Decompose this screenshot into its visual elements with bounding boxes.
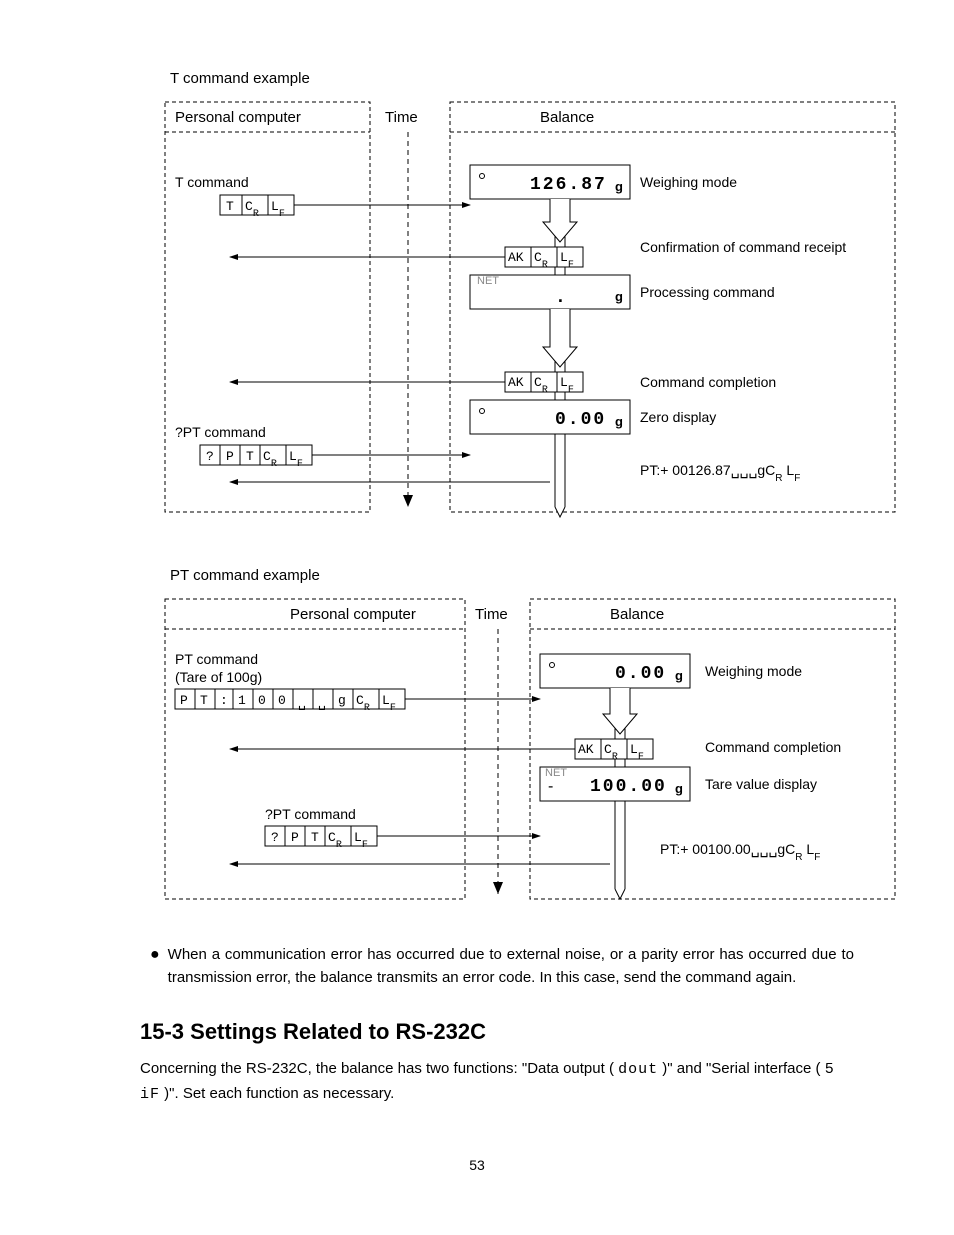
svg-text:.: . [555,288,568,308]
display-processing: NET . g [470,275,630,309]
svg-text:␣: ␣ [298,696,306,711]
pt-example-diagram: Personal computer Time Balance PT comman… [160,594,900,904]
balance-header: Balance [540,109,594,126]
svg-text:0.00: 0.00 [555,410,606,430]
svg-text:g: g [615,414,623,429]
svg-text:?: ? [271,830,279,845]
balance-header-2: Balance [610,606,664,623]
svg-text:NET: NET [477,275,499,287]
ak-box-pt: AK CR LF [575,739,653,763]
pt-cmd-cells: P T : 1 0 0 ␣ ␣ g CR LF [175,689,405,714]
pt-cmd-note: (Tare of 100g) [175,669,262,685]
svg-text:AK: AK [508,375,524,390]
pt-example-caption: PT command example [170,567,894,584]
ak-box-1: AK CR LF [505,247,583,271]
error-note: ● When a communication error has occurre… [150,944,854,989]
svg-text:126.87: 126.87 [530,175,607,195]
pc-header: Personal computer [175,109,301,126]
svg-text:AK: AK [508,250,524,265]
display-weighing: 126.87 g [470,165,630,199]
desc-weighing-2: Weighing mode [705,663,802,679]
svg-text:1: 1 [238,693,246,708]
t-cmd-cells: T CR LF [220,195,294,220]
svg-text:T: T [226,199,234,214]
desc-zero: Zero display [640,409,716,425]
svg-text::: : [220,693,228,708]
svg-text:T: T [246,449,254,464]
svg-text:g: g [675,668,683,683]
svg-text:0: 0 [258,693,266,708]
svg-text:0: 0 [278,693,286,708]
svg-text:AK: AK [578,742,594,757]
section-heading: 15-3 Settings Related to RS-232C [140,1019,854,1045]
svg-text:g: g [615,179,623,194]
t-example-diagram: Personal computer Time Balance T command… [160,97,900,527]
desc-processing: Processing command [640,284,775,300]
svg-text:0.00: 0.00 [615,664,666,684]
t-cmd-label: T command [175,174,249,190]
svg-text:P: P [226,449,234,464]
svg-text:␣: ␣ [318,696,326,711]
qpt-cmd-cells-2: ? P T CR LF [265,826,377,851]
desc-confirm: Confirmation of command receipt [640,239,846,255]
desc-complete-2: Command completion [705,739,841,755]
desc-weighing: Weighing mode [640,174,737,190]
pc-header-2: Personal computer [290,606,416,623]
time-header-2: Time [475,606,508,623]
pt-cmd-label: PT command [175,651,258,667]
desc-tare: Tare value display [705,776,817,792]
display-tare: NET - 100.00 g [540,767,690,801]
bullet-icon: ● [150,944,160,989]
qpt-cmd-label-2: ?PT command [265,806,356,822]
time-header: Time [385,109,418,126]
desc-complete: Command completion [640,374,776,390]
error-note-text: When a communication error has occurred … [168,944,854,989]
svg-text:T: T [311,830,319,845]
reply-text: PT:+ 00126.87␣␣␣gCR LF [640,462,800,484]
svg-text:?: ? [206,449,214,464]
display-zero: 0.00 g [470,400,630,434]
code-dout: dout [618,1061,658,1078]
svg-text:g: g [675,781,683,796]
svg-text:g: g [338,693,346,708]
reply-text-2: PT:+ 00100.00␣␣␣gCR LF [660,841,820,863]
page-number: 53 [60,1157,894,1173]
display-zero-2: 0.00 g [540,654,690,688]
t-example-caption: T command example [170,70,894,87]
qpt-cmd-cells: ? P T CR LF [200,445,312,470]
svg-text:P: P [291,830,299,845]
svg-text:g: g [615,289,623,304]
svg-text:P: P [180,693,188,708]
svg-text:-: - [548,778,553,795]
ak-box-2: AK CR LF [505,372,583,396]
section-body: Concerning the RS-232C, the balance has … [140,1057,854,1107]
svg-text:100.00: 100.00 [590,777,667,797]
qpt-cmd-label: ?PT command [175,424,266,440]
svg-text:T: T [200,693,208,708]
